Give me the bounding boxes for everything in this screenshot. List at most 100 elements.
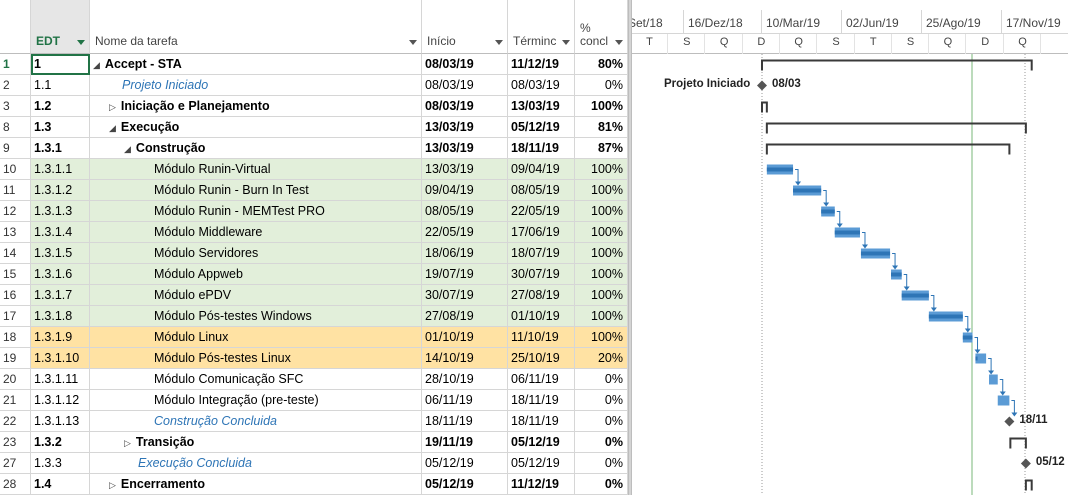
task-name-cell[interactable]: Módulo Runin - MEMTest PRO <box>90 201 422 222</box>
percent-complete-cell[interactable]: 100% <box>575 243 628 264</box>
finish-date-cell[interactable]: 08/03/19 <box>508 75 575 96</box>
start-date-cell[interactable]: 13/03/19 <box>422 159 508 180</box>
task-name-cell[interactable]: Projeto Iniciado <box>90 75 422 96</box>
percent-complete-cell[interactable]: 100% <box>575 222 628 243</box>
percent-complete-cell[interactable]: 0% <box>575 432 628 453</box>
task-name-cell[interactable]: ▷ Encerramento <box>90 474 422 495</box>
finish-date-cell[interactable]: 22/05/19 <box>508 201 575 222</box>
edt-cell[interactable]: 1.3.1.1 <box>31 159 90 180</box>
edt-cell[interactable]: 1.3.1.7 <box>31 285 90 306</box>
row-number[interactable]: 2 <box>0 75 31 96</box>
finish-date-cell[interactable]: 05/12/19 <box>508 453 575 474</box>
row-number[interactable]: 15 <box>0 264 31 285</box>
task-name-cell[interactable]: ▷ Transição <box>90 432 422 453</box>
percent-complete-cell[interactable]: 20% <box>575 348 628 369</box>
finish-date-cell[interactable]: 18/11/19 <box>508 390 575 411</box>
collapse-icon[interactable]: ◢ <box>109 118 116 137</box>
row-number[interactable]: 8 <box>0 117 31 138</box>
table-row[interactable]: 21 1.3.1.12 Módulo Integração (pre-teste) 0… <box>0 390 628 411</box>
column-header-percent-complete[interactable]: % concl <box>575 0 628 54</box>
percent-complete-cell[interactable]: 100% <box>575 306 628 327</box>
percent-complete-cell[interactable]: 87% <box>575 138 628 159</box>
task-name-cell[interactable]: Módulo Comunicação SFC <box>90 369 422 390</box>
expand-icon[interactable]: ▷ <box>109 97 116 116</box>
row-number[interactable]: 10 <box>0 159 31 180</box>
task-name-cell[interactable]: Módulo Pós-testes Windows <box>90 306 422 327</box>
table-row[interactable]: 27 1.3.3 Execução Concluida 05/12/19 05/12/1… <box>0 453 628 474</box>
row-number[interactable]: 17 <box>0 306 31 327</box>
row-number[interactable]: 20 <box>0 369 31 390</box>
start-date-cell[interactable]: 08/03/19 <box>422 75 508 96</box>
table-row[interactable]: 11 1.3.1.2 Módulo Runin - Burn In Test 09/0… <box>0 180 628 201</box>
edt-cell[interactable]: 1.3.1.4 <box>31 222 90 243</box>
edt-cell[interactable]: 1.3.1.3 <box>31 201 90 222</box>
edt-cell[interactable]: 1.3 <box>31 117 90 138</box>
row-number[interactable]: 9 <box>0 138 31 159</box>
table-row[interactable]: 28 1.4 ▷ Encerramento 05/12/19 11/12/19 0% <box>0 474 628 495</box>
finish-date-cell[interactable]: 05/12/19 <box>508 432 575 453</box>
start-date-cell[interactable]: 28/10/19 <box>422 369 508 390</box>
collapse-icon[interactable]: ◢ <box>93 55 100 74</box>
edt-cell[interactable]: 1.2 <box>31 96 90 117</box>
edt-cell[interactable]: 1.3.3 <box>31 453 90 474</box>
row-number-header[interactable] <box>0 0 31 54</box>
table-row[interactable]: 2 1.1 Projeto Iniciado 08/03/19 08/03/19 0% <box>0 75 628 96</box>
percent-complete-cell[interactable]: 100% <box>575 159 628 180</box>
row-number[interactable]: 11 <box>0 180 31 201</box>
start-date-cell[interactable]: 22/05/19 <box>422 222 508 243</box>
percent-complete-cell[interactable]: 80% <box>575 54 628 75</box>
start-date-cell[interactable]: 14/10/19 <box>422 348 508 369</box>
task-name-cell[interactable]: Módulo Servidores <box>90 243 422 264</box>
start-date-cell[interactable]: 01/10/19 <box>422 327 508 348</box>
start-date-cell[interactable]: 19/11/19 <box>422 432 508 453</box>
filter-dropdown-icon[interactable] <box>562 40 570 45</box>
finish-date-cell[interactable]: 27/08/19 <box>508 285 575 306</box>
start-date-cell[interactable]: 13/03/19 <box>422 117 508 138</box>
start-date-cell[interactable]: 18/11/19 <box>422 411 508 432</box>
percent-complete-cell[interactable]: 0% <box>575 474 628 495</box>
percent-complete-cell[interactable]: 100% <box>575 327 628 348</box>
finish-date-cell[interactable]: 18/11/19 <box>508 138 575 159</box>
row-number[interactable]: 13 <box>0 222 31 243</box>
row-number[interactable]: 12 <box>0 201 31 222</box>
expand-icon[interactable]: ▷ <box>109 475 116 494</box>
task-name-cell[interactable]: Módulo Integração (pre-teste) <box>90 390 422 411</box>
percent-complete-cell[interactable]: 100% <box>575 264 628 285</box>
filter-dropdown-icon[interactable] <box>409 40 417 45</box>
row-number[interactable]: 18 <box>0 327 31 348</box>
column-header-start[interactable]: Início <box>422 0 508 54</box>
table-row[interactable]: 14 1.3.1.5 Módulo Servidores 18/06/19 18/07/… <box>0 243 628 264</box>
edt-cell[interactable]: 1.3.1.11 <box>31 369 90 390</box>
finish-date-cell[interactable]: 11/12/19 <box>508 54 575 75</box>
table-row[interactable]: 16 1.3.1.7 Módulo ePDV 30/07/19 27/08/19 100% <box>0 285 628 306</box>
row-number[interactable]: 16 <box>0 285 31 306</box>
percent-complete-cell[interactable]: 0% <box>575 369 628 390</box>
finish-date-cell[interactable]: 18/07/19 <box>508 243 575 264</box>
edt-cell[interactable]: 1.3.1.12 <box>31 390 90 411</box>
column-header-finish[interactable]: Términc <box>508 0 575 54</box>
percent-complete-cell[interactable]: 100% <box>575 285 628 306</box>
column-header-edt[interactable]: EDT <box>31 0 90 54</box>
task-name-cell[interactable]: Módulo ePDV <box>90 285 422 306</box>
task-name-cell[interactable]: Construção Concluida <box>90 411 422 432</box>
table-row[interactable]: 22 1.3.1.13 Construção Concluida 18/11/19 18… <box>0 411 628 432</box>
table-row[interactable]: 18 1.3.1.9 Módulo Linux 01/10/19 11/10/19 100… <box>0 327 628 348</box>
row-number[interactable]: 14 <box>0 243 31 264</box>
start-date-cell[interactable]: 05/12/19 <box>422 453 508 474</box>
edt-cell[interactable]: 1.3.1.13 <box>31 411 90 432</box>
table-row[interactable]: 13 1.3.1.4 Módulo Middleware 22/05/19 17/06/… <box>0 222 628 243</box>
finish-date-cell[interactable]: 13/03/19 <box>508 96 575 117</box>
edt-cell[interactable]: 1.3.1 <box>31 138 90 159</box>
start-date-cell[interactable]: 13/03/19 <box>422 138 508 159</box>
edt-cell[interactable]: 1.4 <box>31 474 90 495</box>
edt-cell[interactable]: 1.3.2 <box>31 432 90 453</box>
edt-cell[interactable]: 1.1 <box>31 75 90 96</box>
column-header-name[interactable]: Nome da tarefa <box>90 0 422 54</box>
task-name-cell[interactable]: Módulo Pós-testes Linux <box>90 348 422 369</box>
start-date-cell[interactable]: 09/04/19 <box>422 180 508 201</box>
table-row[interactable]: 15 1.3.1.6 Módulo Appweb 19/07/19 30/07/19 10… <box>0 264 628 285</box>
start-date-cell[interactable]: 08/03/19 <box>422 54 508 75</box>
row-number[interactable]: 3 <box>0 96 31 117</box>
edt-cell[interactable]: 1.3.1.10 <box>31 348 90 369</box>
table-row[interactable]: 10 1.3.1.1 Módulo Runin-Virtual 13/03/19 09/… <box>0 159 628 180</box>
